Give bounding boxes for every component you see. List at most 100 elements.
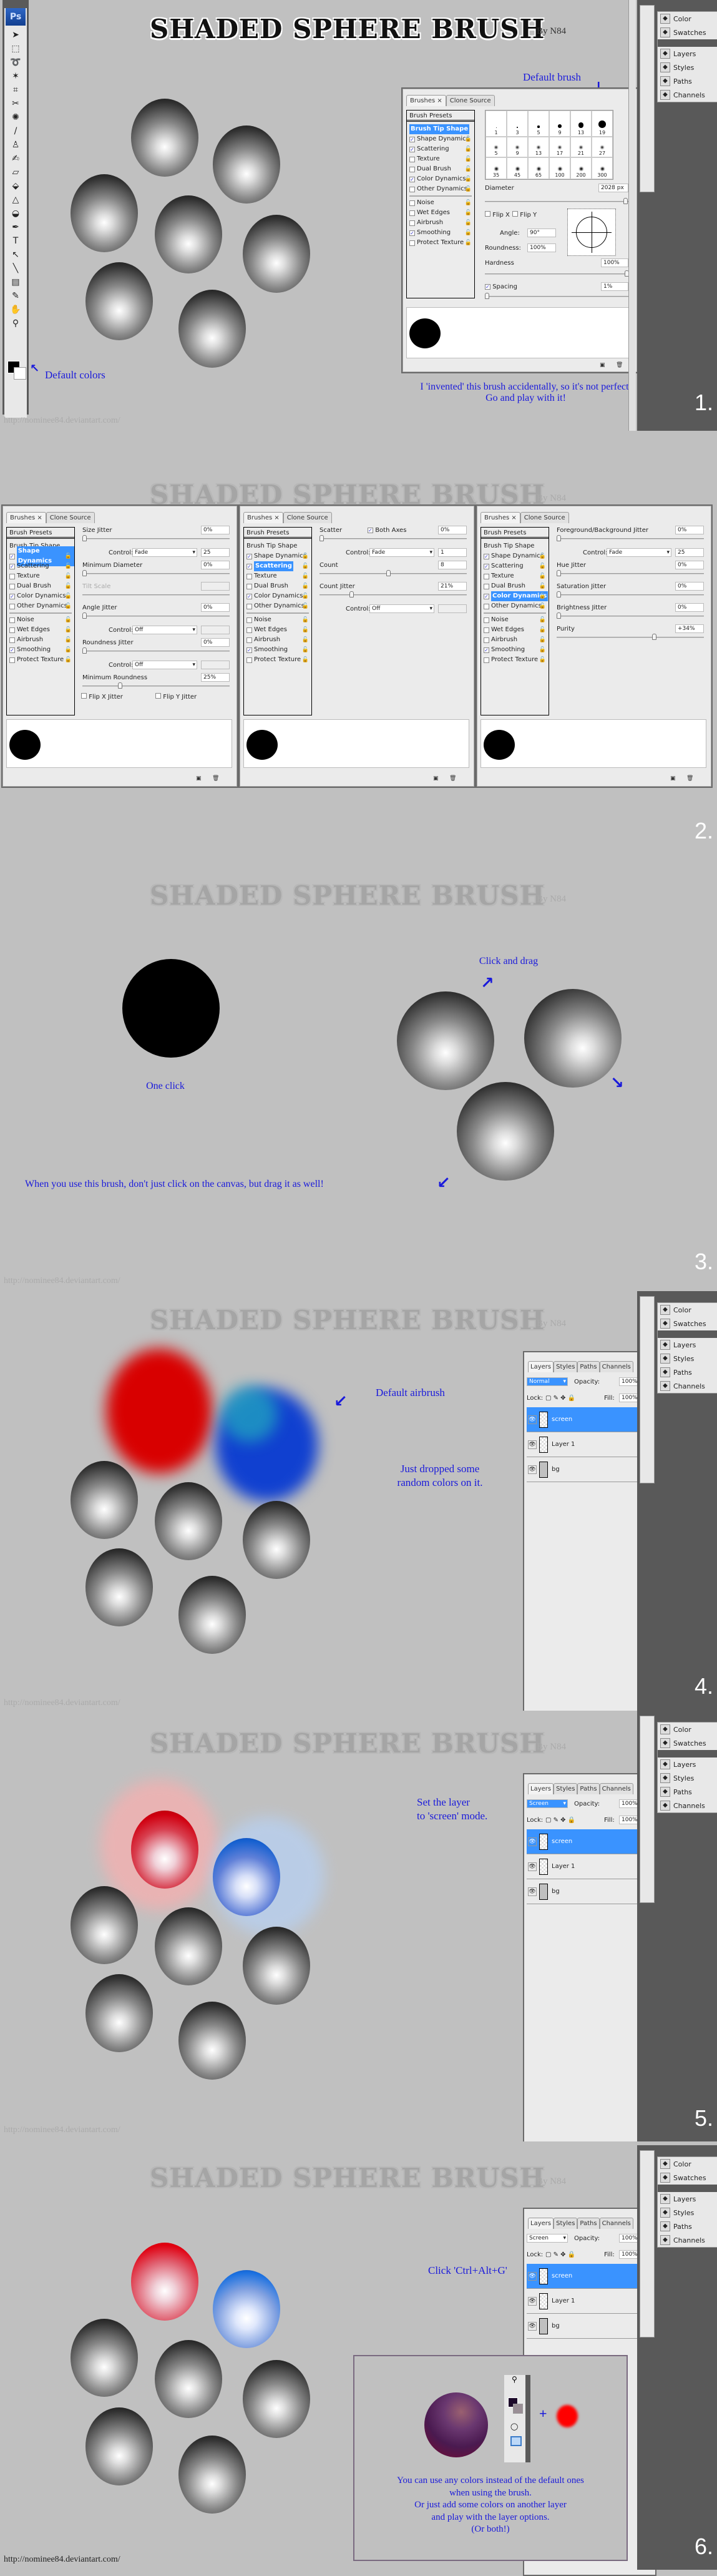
brush-preset[interactable]: 35 [485, 157, 507, 179]
checkbox[interactable]: ✓ [409, 176, 415, 182]
eye-icon[interactable]: 👁 [528, 1887, 537, 1896]
spacing-input[interactable]: 1% [601, 282, 628, 291]
checkbox[interactable]: ✓ [484, 647, 489, 653]
lock-icon[interactable]: 🔓 [465, 184, 472, 194]
dock-item-channels[interactable]: ◆ Channels [658, 1799, 717, 1812]
tab-paths[interactable]: Paths [577, 1783, 600, 1794]
slider-knob[interactable] [557, 570, 561, 576]
tab-paths[interactable]: Paths [577, 2218, 600, 2229]
slider-knob[interactable] [82, 647, 87, 654]
lock-icon[interactable]: 🔓 [465, 238, 472, 248]
brush-option-noise[interactable]: Noise 🔓 [481, 615, 549, 625]
canvas-scrollbar[interactable] [628, 0, 636, 431]
slider-knob[interactable] [651, 634, 656, 640]
brush-option-color-dynamics[interactable]: ✓ Color Dynamics 🔓 [407, 174, 474, 184]
control-value-input[interactable] [201, 626, 230, 634]
flip-x-checkbox[interactable]: Flip X [485, 211, 510, 219]
brush-option-protect-texture[interactable]: Protect Texture 🔓 [7, 655, 74, 665]
minimum-roundnessslider[interactable] [82, 682, 230, 689]
lock-icon[interactable]: 🔓 [465, 198, 472, 208]
lock-icon[interactable]: 🔓 [302, 581, 309, 591]
pen-tool-icon[interactable]: ✒ [4, 220, 27, 234]
lock-icon[interactable]: 🔓 [302, 561, 309, 571]
checkbox[interactable] [246, 637, 252, 643]
brush-option-smoothing[interactable]: ✓ Smoothing 🔓 [7, 645, 74, 655]
lock-icon[interactable]: 🔓 [465, 174, 472, 184]
checkbox[interactable] [409, 220, 415, 226]
checkbox[interactable] [409, 240, 415, 246]
dock-item-channels[interactable]: ◆ Channels [658, 1379, 717, 1393]
background-color[interactable] [14, 367, 26, 380]
brush-option-other-dynamics[interactable]: Other Dynamics 🔓 [244, 601, 311, 611]
checkbox[interactable] [246, 627, 252, 633]
lock-icon[interactable]: 🔓 [65, 615, 72, 625]
checkbox[interactable] [9, 583, 15, 589]
brush-option-shape-dynamics[interactable]: ✓ Shape Dynamics 🔓 [244, 551, 311, 561]
eye-icon[interactable]: 👁 [528, 2321, 537, 2331]
brush-option-scattering[interactable]: ✓ Scattering 🔓 [481, 561, 549, 571]
trash-icon[interactable]: 🗑 [616, 362, 623, 368]
tab-styles[interactable]: Styles [554, 2218, 578, 2229]
slider-knob[interactable] [349, 591, 354, 597]
eye-icon[interactable]: 👁 [528, 1837, 537, 1846]
control-select[interactable]: Off [132, 661, 197, 669]
control-value-input[interactable]: 25 [675, 548, 704, 557]
dock-item-color[interactable]: ◆ Color [658, 1303, 717, 1317]
layer-row[interactable]: 👁 bg [527, 1457, 646, 1482]
minimum-diameterslider[interactable] [82, 570, 230, 576]
brush-option-airbrush[interactable]: Airbrush 🔓 [7, 635, 74, 645]
brush-option-shape-dynamics[interactable]: ✓ Shape Dynamics 🔓 [481, 551, 549, 561]
lock-icon[interactable]: 🔓 [65, 625, 72, 635]
brush-option-wet-edges[interactable]: Wet Edges 🔓 [244, 625, 311, 635]
trash-icon[interactable]: 🗑 [212, 775, 219, 782]
checkbox[interactable] [484, 573, 489, 579]
scatterslider[interactable] [319, 535, 467, 541]
slider-knob[interactable] [82, 570, 87, 576]
dock-item-color[interactable]: ◆ Color [658, 12, 717, 26]
hardness-slider[interactable] [485, 270, 629, 277]
checkbox[interactable] [246, 617, 252, 623]
checkbox[interactable] [484, 603, 489, 609]
lock-icon[interactable]: 🔓 [302, 615, 309, 625]
dock-item-layers[interactable]: ◆ Layers [658, 1757, 717, 1771]
tab-clone-source[interactable]: Clone Source [520, 512, 569, 523]
brush-option-texture[interactable]: Texture 🔓 [481, 571, 549, 581]
checkbox[interactable]: ✓ [246, 563, 252, 569]
dock-item-layers[interactable]: ◆ Layers [658, 47, 717, 61]
control-value-input[interactable] [201, 661, 230, 669]
roundness-jitterinput[interactable]: 0% [201, 638, 230, 647]
new-brush-icon[interactable]: ▣ [196, 775, 202, 782]
lock-icon[interactable]: 🔓 [65, 551, 72, 561]
angle-jitterinput[interactable]: 0% [201, 603, 230, 612]
slider-knob[interactable] [557, 612, 561, 619]
brush-preset[interactable]: 17 [549, 136, 570, 158]
checkbox[interactable]: ✓ [409, 136, 415, 142]
brush-option-texture[interactable]: Texture 🔓 [7, 571, 74, 581]
brush-preset[interactable]: 27 [592, 136, 613, 158]
brush-preset[interactable]: 13 [528, 136, 549, 158]
diameter-slider[interactable] [485, 198, 628, 204]
dodge-tool-icon[interactable]: ◒ [4, 207, 27, 220]
layer-row[interactable]: 👁 Layer 1 [527, 1854, 646, 1879]
checkbox[interactable] [9, 573, 15, 579]
dock-item-paths[interactable]: ◆ Paths [658, 1365, 717, 1379]
lock-icon[interactable]: 🔓 [539, 601, 546, 611]
brush-option-dual-brush[interactable]: Dual Brush 🔓 [244, 581, 311, 591]
eye-icon[interactable]: 👁 [528, 2271, 537, 2281]
move-tool-icon[interactable]: ➤ [4, 28, 27, 42]
checkbox[interactable] [484, 627, 489, 633]
minimum-roundnessinput[interactable]: 25% [201, 673, 230, 682]
layer-row[interactable]: 👁 bg [527, 1879, 646, 1904]
quick-mask-icon[interactable]: ◯ [510, 2422, 518, 2431]
checkbox[interactable] [246, 573, 252, 579]
brush-preset[interactable]: 9 [507, 136, 528, 158]
eraser-tool-icon[interactable]: ▱ [4, 165, 27, 179]
brush-option-color-dynamics[interactable]: ✓ Color Dynamics 🔓 [244, 591, 311, 601]
lock-icon[interactable]: 🔓 [465, 218, 472, 228]
checkbox[interactable] [484, 583, 489, 589]
lock-icon[interactable]: 🔓 [65, 645, 72, 655]
brush-preset[interactable]: 13 [570, 111, 592, 137]
dock-item-swatches[interactable]: ◆ Swatches [658, 26, 717, 39]
layer-row[interactable]: 👁 Layer 1 [527, 2289, 646, 2314]
lock-icon[interactable]: 🔓 [465, 134, 472, 144]
